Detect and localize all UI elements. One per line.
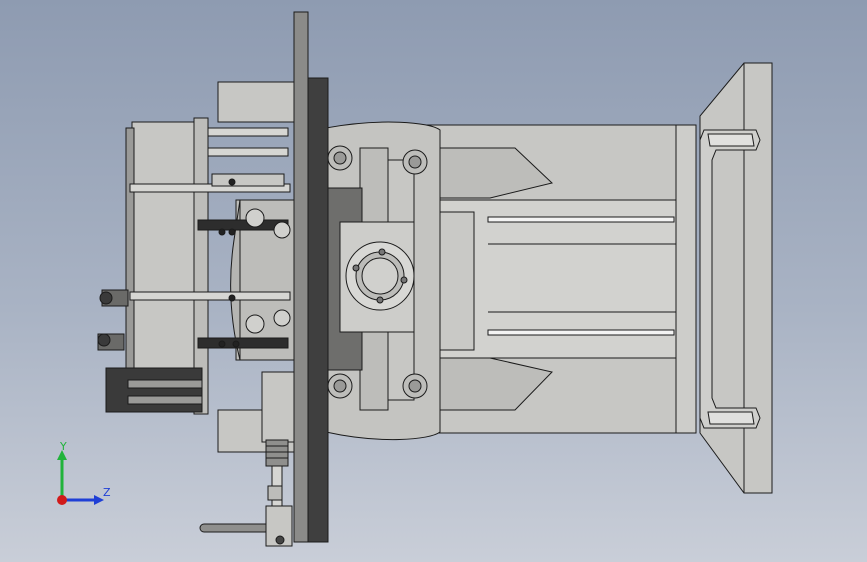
rotary-faceplate[interactable]	[293, 11, 329, 543]
clamp-jaw-lower[interactable]	[105, 367, 203, 413]
cylinder-stack[interactable]	[261, 371, 295, 507]
graphics-viewport[interactable]: Y Z	[0, 0, 867, 562]
x-axis-dot	[57, 495, 67, 505]
cad-model-rendering[interactable]	[0, 0, 867, 562]
gearbox-block[interactable]	[413, 199, 677, 359]
coordinate-triad: Y Z	[48, 438, 128, 512]
slot-top	[487, 216, 675, 223]
slot-bottom	[487, 329, 675, 336]
y-axis-label: Y	[60, 440, 67, 453]
z-axis-label: Z	[103, 486, 111, 499]
manual-clamp-handle[interactable]	[199, 505, 293, 547]
motor-end-plate[interactable]	[699, 62, 773, 494]
pneumatic-fittings[interactable]	[97, 289, 129, 351]
